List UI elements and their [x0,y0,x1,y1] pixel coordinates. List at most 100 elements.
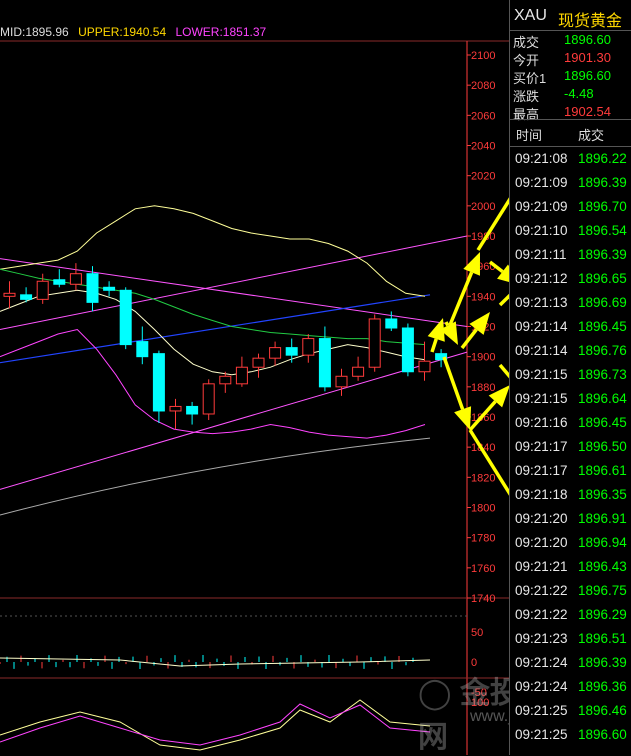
candle-body [352,366,365,377]
tick-row: 09:21:20 1896.91 [510,507,631,531]
quote-panel: XAU 现货黄金 成交 1896.60 今开 1901.30 买价1 1896.60 涨跌 -… [509,0,631,755]
tick-row: 09:21:15 1896.73 [510,363,631,387]
quote-value: 1896.60 [564,32,611,47]
tick-time: 09:21:21 [515,559,568,574]
quote-row: 今开 1901.30 [510,49,631,68]
tick-time: 09:21:25 [515,703,568,718]
tick-price: 1896.91 [578,511,627,526]
y-tick-label: 1760 [471,563,495,575]
tick-time: 09:21:25 [515,727,568,742]
tick-price: 1896.22 [578,151,627,166]
tick-time: 09:21:12 [515,271,568,286]
tick-header-time: 时间 [516,128,543,143]
tick-time: 09:21:09 [515,199,568,214]
candle-body [368,318,381,368]
tick-time: 09:21:16 [515,415,568,430]
quote-row: 涨跌 -4.48 [510,85,631,104]
candle-body [86,273,99,303]
candle [202,379,215,421]
tick-time: 09:21:18 [515,487,568,502]
quote-value: 1896.60 [564,68,611,83]
tick-row: 09:21:24 1896.39 [510,651,631,675]
tick-time: 09:21:22 [515,607,568,622]
tick-row: 09:21:14 1896.45 [510,315,631,339]
tick-time: 09:21:09 [515,175,568,190]
tick-price: 1896.94 [578,535,627,550]
candle-body [186,405,199,415]
tick-price: 1896.46 [578,703,627,718]
tick-row: 09:21:10 1896.54 [510,219,631,243]
candle-body [169,405,182,412]
tick-price: 1896.43 [578,559,627,574]
tick-price: 1896.61 [578,463,627,478]
tick-price: 1896.50 [578,439,627,454]
tick-row: 09:21:17 1896.50 [510,435,631,459]
tick-price: 1896.76 [578,343,627,358]
tick-row: 09:21:25 1896.60 [510,723,631,747]
tick-row: 09:21:24 1896.36 [510,675,631,699]
symbol-header: XAU 现货黄金 [510,0,631,31]
tick-price: 1896.45 [578,415,627,430]
tick-row: 09:21:15 1896.64 [510,387,631,411]
symbol-name: 现货黄金 [558,13,623,30]
tick-row: 09:21:17 1896.61 [510,459,631,483]
tick-header-price: 成交 [578,128,605,143]
tick-row: 09:21:08 1896.22 [510,147,631,171]
tick-row: 09:21:13 1896.69 [510,291,631,315]
tick-row: 09:21:14 1896.76 [510,339,631,363]
candle-body [302,338,315,356]
quote-row: 成交 1896.60 [510,31,631,50]
tick-time: 09:21:08 [515,151,568,166]
upper-label: UPPER:1940.54 [78,25,167,39]
candle-body [119,289,132,346]
osc1-tick-label: 50 [471,627,483,639]
tick-price: 1896.64 [578,391,627,406]
candle-body [152,353,165,412]
quote-row: 买价1 1896.60 [510,67,631,86]
lower-label: LOWER:1851.37 [175,25,267,39]
candle-body [318,338,331,388]
candle [119,287,132,350]
tick-price: 1896.65 [578,271,627,286]
arrow-shaft [444,321,450,327]
candle-body [53,279,66,285]
candle-body [285,347,298,356]
candle [368,314,381,372]
tick-price: 1896.60 [578,727,627,742]
candle-body [69,273,82,285]
tick-row: 09:21:09 1896.70 [510,195,631,219]
tick-row: 09:21:22 1896.75 [510,579,631,603]
tick-time: 09:21:14 [515,343,568,358]
tick-time: 09:21:13 [515,295,568,310]
tick-row: 09:21:21 1896.43 [510,555,631,579]
tick-price: 1896.35 [578,487,627,502]
y-tick-label: 2040 [471,141,495,153]
tick-row: 09:21:20 1896.94 [510,531,631,555]
mid-label: MID:1895.96 [0,25,69,39]
y-tick-label: 1940 [471,291,495,303]
tick-price: 1896.73 [578,367,627,382]
quote-value: 1902.54 [564,104,611,119]
y-tick-label: 2000 [471,201,495,213]
quote-value: -4.48 [564,86,594,101]
indicator-legend: MID:1895.96 UPPER:1940.54 LOWER:1851.37 [0,25,272,39]
tick-time: 09:21:11 [515,247,567,262]
candle-body [401,327,414,373]
tick-table-header: 时间 成交 [510,119,631,147]
tick-price: 1896.29 [578,607,627,622]
tick-price: 1896.75 [578,583,627,598]
tick-time: 09:21:24 [515,655,568,670]
candle-body [418,360,431,373]
tick-row: 09:21:09 1896.39 [510,171,631,195]
tick-price: 1896.54 [578,223,627,238]
kline-chart[interactable]: 2100208020602040202020001980196019401920… [0,0,509,755]
candle-body [202,383,215,415]
y-tick-label: 1820 [471,472,495,484]
symbol-code: XAU [514,7,547,24]
tick-time: 09:21:17 [515,439,568,454]
y-tick-label: 1880 [471,382,495,394]
tick-row: 09:21:12 1896.65 [510,267,631,291]
tick-time: 09:21:20 [515,511,568,526]
y-tick-label: 1800 [471,503,495,515]
candle-body [335,375,348,388]
